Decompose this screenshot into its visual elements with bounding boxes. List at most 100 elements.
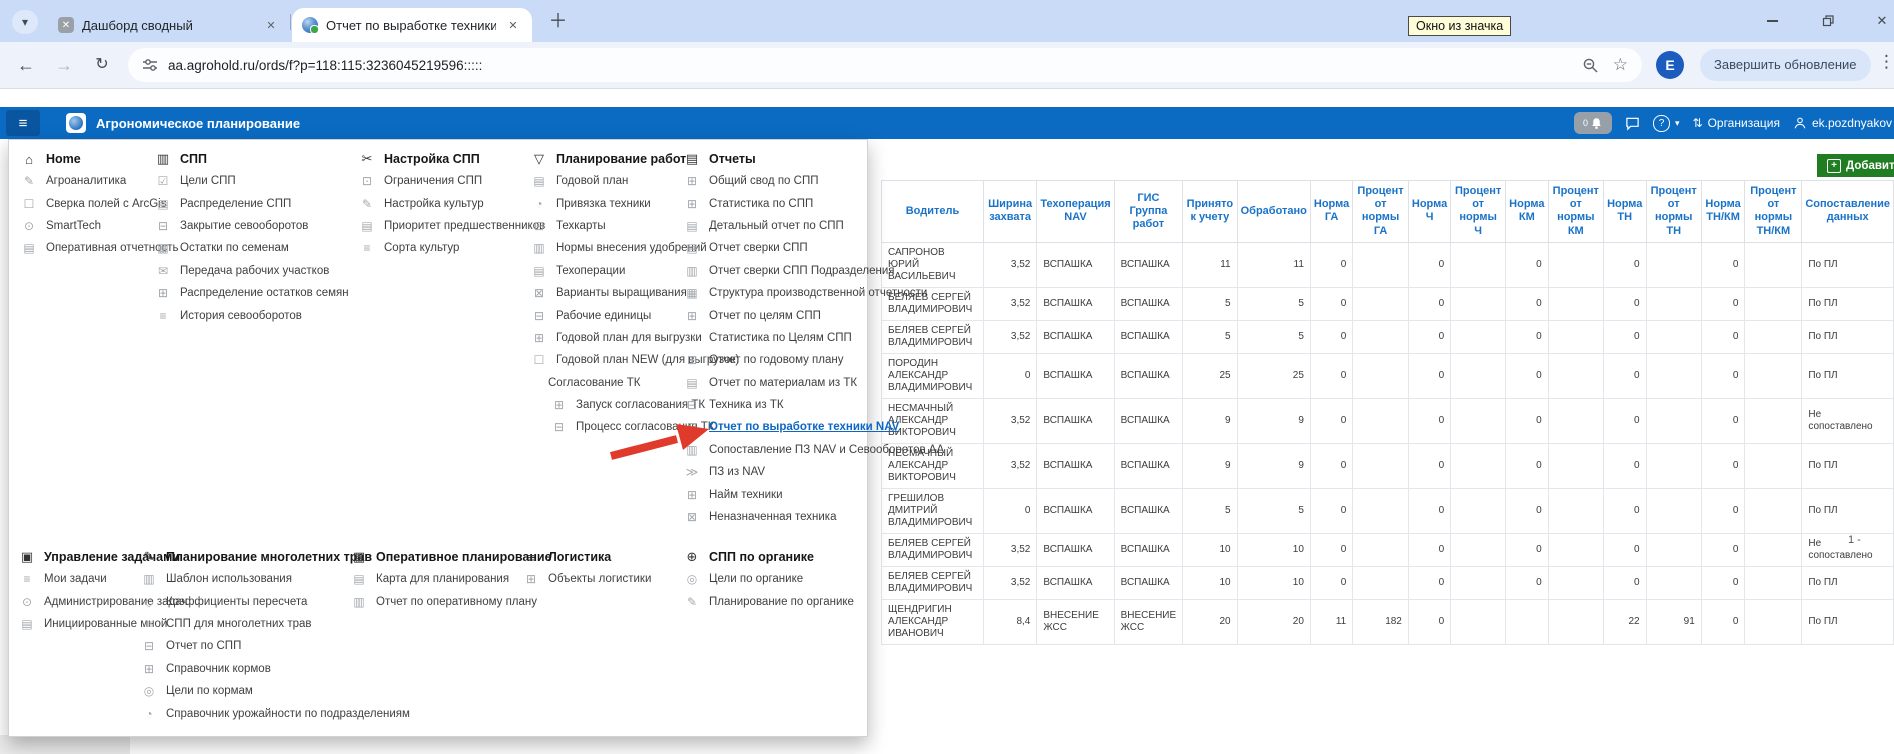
menu-item[interactable]: ⊞ Отчет по целям СПП: [684, 304, 944, 326]
menu-item[interactable]: ⊟ Техника из ТК: [684, 394, 944, 416]
menu-item[interactable]: ▤ Детальный отчет по СПП: [684, 215, 944, 237]
forward-button[interactable]: →: [50, 52, 78, 78]
table-row[interactable]: БЕЛЯЕВ СЕРГЕЙ ВЛАДИМИРОВИЧ3,52ВСПАШКАВСП…: [882, 533, 1894, 566]
menu-item[interactable]: ▥ Отчет по оперативному плану: [351, 590, 552, 612]
avatar[interactable]: E: [1656, 51, 1684, 79]
chat-icon[interactable]: [1625, 116, 1640, 131]
column-header[interactable]: Норма ГА: [1310, 181, 1352, 243]
menu-item[interactable]: ▥ Сопоставление ПЗ NAV и Севооборотов АА: [684, 439, 944, 461]
column-header[interactable]: Принято к учету: [1183, 181, 1237, 243]
table-row[interactable]: ЩЕНДРИГИН АЛЕКСАНДР ИВАНОВИЧ8,4ВНЕСЕНИЕ …: [882, 599, 1894, 644]
menu-item[interactable]: ⊞ Отчет по годовому плану: [684, 349, 944, 371]
zoom-icon[interactable]: [1582, 57, 1599, 74]
menu-item[interactable]: ⊞ Справочник кормов: [141, 658, 410, 680]
column-header[interactable]: Процент от нормы ГА: [1353, 181, 1409, 243]
menu-item[interactable]: ≫ ПЗ из NAV: [684, 461, 944, 483]
column-header[interactable]: Процент от нормы ТН/КМ: [1745, 181, 1802, 243]
browser-menu-icon[interactable]: ⋮: [1878, 52, 1894, 72]
menu-section-header[interactable]: ▦ Оперативное планирование: [351, 546, 552, 568]
menu-item[interactable]: ▦ Структура производственной отчетности: [684, 282, 944, 304]
site-settings-icon[interactable]: [142, 57, 158, 73]
menu-item[interactable]: ⊞ Объекты логистики: [523, 568, 651, 590]
column-header[interactable]: Процент от нормы КМ: [1548, 181, 1603, 243]
tab-search-button[interactable]: ▾: [12, 10, 38, 34]
table-row[interactable]: ПОРОДИН АЛЕКСАНДР ВЛАДИМИРОВИЧ0ВСПАШКАВС…: [882, 353, 1894, 398]
column-header[interactable]: Процент от нормы Ч: [1451, 181, 1506, 243]
window-minimize-button[interactable]: [1752, 10, 1792, 32]
menu-section-header[interactable]: ≡ Логистика: [523, 546, 651, 568]
menu-item[interactable]: ⊞ Найм техники: [684, 483, 944, 505]
menu-item[interactable]: ⊟ Отчет по выработке техники NAV: [684, 416, 944, 438]
menu-item[interactable]: ▤ Карта для планирования: [351, 568, 552, 590]
menu-item[interactable]: ≡ СПП для многолетних трав: [141, 613, 410, 635]
menu-section-header[interactable]: ✂ Настройка СПП: [359, 148, 545, 170]
menu-item[interactable]: ◎ Цели по органике: [684, 568, 854, 590]
menu-section-header[interactable]: ⊕ СПП по органике: [684, 546, 854, 568]
table-row[interactable]: НЕСМАЧНЫЙ АЛЕКСАНДР ВИКТОРОВИЧ3,52ВСПАШК…: [882, 443, 1894, 488]
tab-dashboard[interactable]: ✕ Дашборд сводный ✕: [48, 8, 290, 42]
bookmark-star-icon[interactable]: ☆: [1613, 55, 1628, 75]
new-tab-button[interactable]: ＋: [545, 9, 571, 35]
window-restore-button[interactable]: [1808, 10, 1848, 32]
menu-item[interactable]: ⊠ Неназначенная техника: [684, 506, 944, 528]
table-row[interactable]: БЕЛЯЕВ СЕРГЕЙ ВЛАДИМИРОВИЧ3,52ВСПАШКАВСП…: [882, 320, 1894, 353]
back-button[interactable]: ←: [12, 52, 40, 78]
menu-item[interactable]: ▦ Остатки по семенам: [155, 237, 349, 259]
column-header[interactable]: Техоперация NAV: [1037, 181, 1114, 243]
column-header[interactable]: Ширина захвата: [983, 181, 1036, 243]
organization-button[interactable]: ⇅ Организация: [1693, 116, 1780, 130]
column-header[interactable]: Сопоставление данных: [1802, 181, 1894, 243]
user-menu[interactable]: ek.pozdnyakov: [1793, 116, 1892, 130]
menu-item[interactable]: ⊟ Закрытие севооборотов: [155, 215, 349, 237]
tab-close-icon[interactable]: ✕: [504, 16, 522, 34]
column-header[interactable]: Норма ТН/КМ: [1701, 181, 1745, 243]
notifications-button[interactable]: 0: [1574, 112, 1612, 134]
menu-item[interactable]: ◔ Справочник урожайности по подразделени…: [141, 702, 410, 724]
column-header[interactable]: Норма Ч: [1408, 181, 1450, 243]
menu-item[interactable]: ⊞ Статистика по СПП: [684, 192, 944, 214]
menu-item[interactable]: ▥ Отчет сверки СПП Подразделения: [684, 260, 944, 282]
menu-item[interactable]: ⊟ Отчет по СПП: [141, 635, 410, 657]
column-header[interactable]: ГИС Группа работ: [1114, 181, 1183, 243]
menu-item[interactable]: ≡ История севооборотов: [155, 304, 349, 326]
pagination[interactable]: 1 -: [1848, 534, 1861, 546]
menu-item[interactable]: ▤ Отчет по материалам из ТК: [684, 372, 944, 394]
column-header[interactable]: Норма КМ: [1505, 181, 1548, 243]
menu-item[interactable]: ⊞ Распределение остатков семян: [155, 282, 349, 304]
reload-button[interactable]: ↻: [88, 52, 116, 78]
menu-item[interactable]: ⊞ Общий свод по СПП: [684, 170, 944, 192]
menu-item[interactable]: ✎ Настройка культур: [359, 192, 545, 214]
tab-report-active[interactable]: Отчет по выработке техники N ✕: [292, 8, 532, 42]
menu-item[interactable]: ◔ Статистика по Целям СПП: [684, 327, 944, 349]
menu-section-header[interactable]: ▥ СПП: [155, 148, 349, 170]
finish-update-button[interactable]: Завершить обновление: [1700, 49, 1871, 81]
menu-item-label: Статистика по Целям СПП: [709, 332, 852, 344]
column-header[interactable]: Обработано: [1237, 181, 1310, 243]
menu-item[interactable]: ⊡ Ограничения СПП: [359, 170, 545, 192]
table-cell: ВСПАШКА: [1037, 488, 1114, 533]
table-row[interactable]: БЕЛЯЕВ СЕРГЕЙ ВЛАДИМИРОВИЧ3,52ВСПАШКАВСП…: [882, 566, 1894, 599]
table-cell: 9: [1237, 443, 1310, 488]
menu-section-header[interactable]: ▤ Отчеты: [684, 148, 944, 170]
table-row[interactable]: БЕЛЯЕВ СЕРГЕЙ ВЛАДИМИРОВИЧ3,52ВСПАШКАВСП…: [882, 287, 1894, 320]
tab-close-icon[interactable]: ✕: [262, 16, 280, 34]
hamburger-menu-button[interactable]: ≡: [6, 110, 40, 136]
menu-item[interactable]: ▤ Приоритет предшественников: [359, 215, 545, 237]
window-close-button[interactable]: ✕: [1862, 10, 1894, 32]
help-menu[interactable]: ? ▾: [1653, 115, 1680, 132]
menu-item[interactable]: ▤ Отчет сверки СПП: [684, 237, 944, 259]
menu-item[interactable]: ✎ Планирование по органике: [684, 590, 854, 612]
add-norm-button[interactable]: + Добавить норму: [1817, 154, 1894, 177]
menu-item[interactable]: ≡ Сорта культур: [359, 237, 545, 259]
menu-item[interactable]: ▤ Распределение СПП: [155, 192, 349, 214]
menu-item[interactable]: ◎ Цели по кормам: [141, 680, 410, 702]
table-row[interactable]: САПРОНОВ ЮРИЙ ВАСИЛЬЕВИЧ3,52ВСПАШКАВСПАШ…: [882, 242, 1894, 287]
column-header[interactable]: Норма ТН: [1603, 181, 1646, 243]
menu-item[interactable]: ✉ Передача рабочих участков: [155, 260, 349, 282]
column-header[interactable]: Процент от нормы ТН: [1646, 181, 1701, 243]
url-text[interactable]: aa.agrohold.ru/ords/f?p=118:115:32360452…: [168, 58, 1582, 73]
menu-item[interactable]: ☑ Цели СПП: [155, 170, 349, 192]
table-row[interactable]: ГРЕШИЛОВ ДМИТРИЙ ВЛАДИМИРОВИЧ0ВСПАШКАВСП…: [882, 488, 1894, 533]
address-bar[interactable]: aa.agrohold.ru/ords/f?p=118:115:32360452…: [128, 48, 1642, 82]
table-row[interactable]: НЕСМАЧНЫЙ АЛЕКСАНДР ВИКТОРОВИЧ3,52ВСПАШК…: [882, 398, 1894, 443]
